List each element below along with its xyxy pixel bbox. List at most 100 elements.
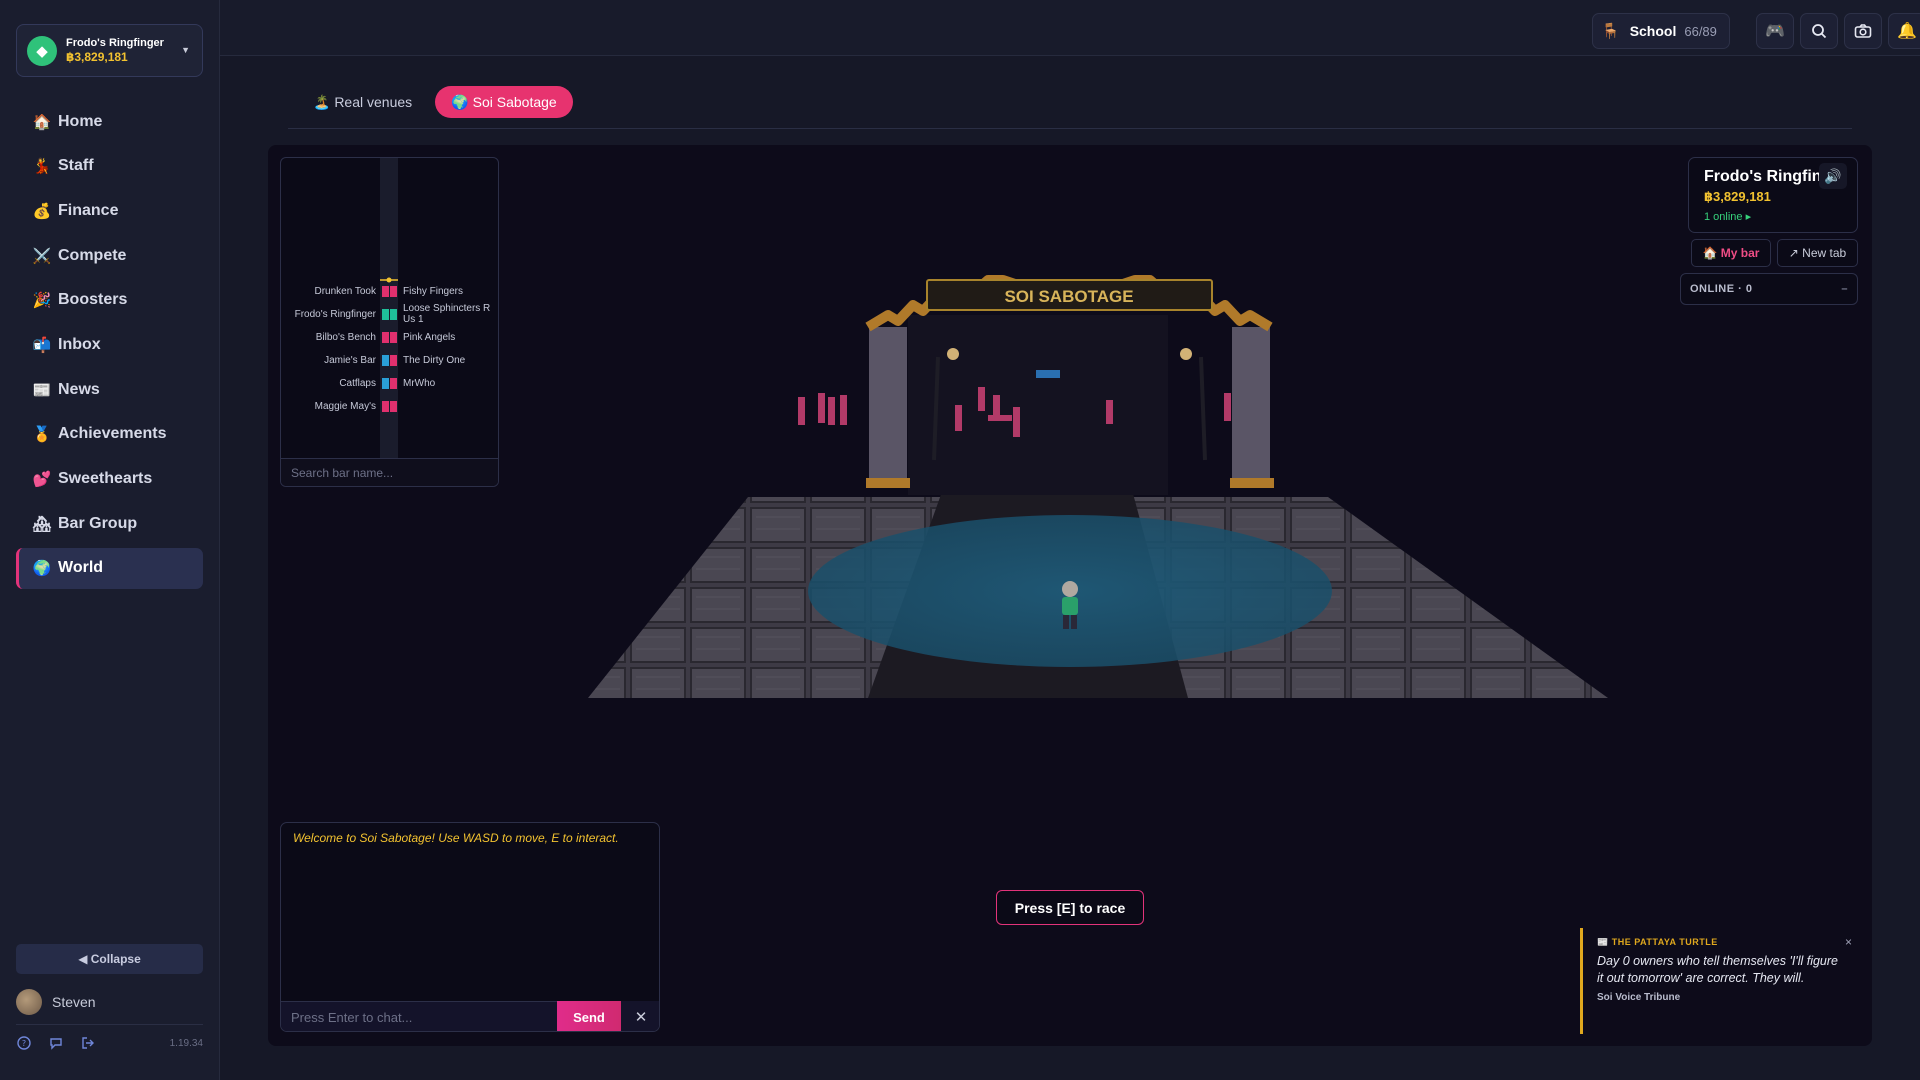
user-profile[interactable]: Steven [16,988,203,1016]
sidebar-footer: ? 1.19.34 [16,1033,203,1053]
race-chip [382,286,389,297]
bar-info-card: Frodo's Ringfinger ฿3,829,181 1 online ▸… [1688,157,1858,233]
gamepad-button[interactable]: 🎮 [1756,13,1794,49]
sidebar-item-sweethearts[interactable]: 💕 Sweethearts [16,459,203,500]
bell-icon: 🔔 [1897,23,1917,40]
online-list-header[interactable]: ONLINE · 0 – [1680,273,1858,305]
user-name: Steven [52,994,96,1010]
bar-search-input[interactable]: Search bar name... [281,458,498,486]
school-count: 66/89 [1684,23,1717,39]
race-bar-left: Catflaps [339,378,376,389]
sidebar-item-label: Home [58,112,103,130]
speaker-icon[interactable]: 🔊 [1819,163,1847,189]
nav-icon: 🎉 [32,292,52,310]
sidebar-item-label: Finance [58,201,119,219]
news-toast: 📰 THE PATTAYA TURTLE Day 0 owners who te… [1580,928,1860,1034]
help-icon[interactable]: ? [16,1035,32,1051]
camera-icon [1854,24,1872,38]
nav-icon: 📰 [32,381,52,399]
race-chip [382,401,389,412]
search-icon [1812,24,1827,39]
race-bar-left: Drunken Took [314,286,376,297]
nav-icon: 🏅 [32,426,52,444]
sidebar-item-world[interactable]: 🌍 World [16,547,203,589]
sidebar-item-label: Inbox [58,335,101,353]
nav-icon: 📬 [32,336,52,354]
chat-bubble-icon[interactable] [48,1035,64,1051]
sidebar-item-compete[interactable]: ⚔️ Compete [16,235,203,276]
race-chip [390,401,397,412]
race-bar-right: The Dirty One [403,355,466,366]
race-chip [382,332,389,343]
race-row: Drunken Took Fishy Fingers [281,280,498,304]
online-count[interactable]: 1 online ▸ [1704,210,1751,223]
school-label: School [1629,23,1677,39]
screenshot-button[interactable] [1844,13,1882,49]
sidebar: ◆ Frodo's Ringfinger ฿3,829,181 ▼ 🏠 Home 💃… [0,0,220,1080]
tab-soi-sabotage[interactable]: 🌍 Soi Sabotage [435,86,573,118]
chat-input[interactable]: Press Enter to chat... [281,1001,557,1031]
race-row: Frodo's Ringfinger Loose Sphincters R Us … [281,303,498,327]
race-bar-right: MrWho [403,378,436,389]
version-label: 1.19.34 [169,1037,203,1049]
race-bar-left: Jamie's Bar [324,355,376,366]
logout-icon[interactable] [80,1035,96,1051]
left-pillar [869,327,907,480]
news-source: 📰 THE PATTAYA TURTLE [1597,937,1718,947]
race-bar-left: Maggie May's [314,401,376,412]
nav-icon: 🏠 [32,113,52,131]
sidebar-nav: 🏠 Home 💃 Staff 💰 Finance ⚔️ Compete 🎉 Boosters 📬 In… [16,101,203,593]
game-viewport[interactable]: SOI SABOTAGE Drunken Took Fishy Fingers Fr… [268,145,1872,1046]
sidebar-item-news[interactable]: 📰 News [16,369,203,410]
tab-real-venues[interactable]: 🏝️ Real venues [305,86,420,118]
collapse-button[interactable]: ◀ Collapse [16,944,203,974]
sidebar-item-label: Bar Group [58,514,138,532]
nav-icon: 🏘 [32,515,52,533]
new-tab-button[interactable]: ↗ New tab [1777,239,1858,267]
sidebar-item-finance[interactable]: 💰 Finance [16,190,203,231]
sidebar-item-label: Boosters [58,291,128,309]
close-icon[interactable]: × [1845,935,1852,949]
divider [16,1024,203,1025]
sidebar-item-achievements[interactable]: 🏅 Achievements [16,414,203,455]
race-chip [382,309,389,320]
my-bar-button[interactable]: 🏠 My bar [1691,239,1771,267]
close-icon[interactable]: ✕ [621,1001,659,1031]
lamp [1180,348,1192,360]
gamepad-icon: 🎮 [1765,23,1785,40]
race-chip [390,332,397,343]
sidebar-item-label: World [58,559,104,577]
sidebar-item-boosters[interactable]: 🎉 Boosters [16,280,203,321]
sidebar-item-label: Staff [58,157,94,175]
chevron-down-icon[interactable]: ▼ [181,45,190,55]
sidebar-item-staff[interactable]: 💃 Staff [16,146,203,187]
right-pillar [1232,327,1270,480]
search-button[interactable] [1800,13,1838,49]
race-panel: Drunken Took Fishy Fingers Frodo's Ringfin… [280,157,499,487]
sidebar-item-inbox[interactable]: 📬 Inbox [16,324,203,365]
race-bar-right: Pink Angels [403,332,456,343]
minimize-icon[interactable]: – [1841,283,1848,295]
bar-balance: ฿3,829,181 [66,50,128,64]
school-button[interactable]: 🪑 School 66/89 [1592,13,1730,49]
race-row: Catflaps MrWho [281,372,498,396]
notifications-button[interactable]: 🔔 [1888,13,1920,49]
bar-info-name: Frodo's Ringfinger [1704,168,1824,185]
sidebar-item-home[interactable]: 🏠 Home [16,101,203,142]
svg-text:?: ? [22,1039,26,1048]
send-button[interactable]: Send [557,1001,621,1031]
race-chip [390,378,397,389]
nav-icon: ⚔️ [32,247,52,265]
race-chip [390,355,397,366]
race-row: Jamie's Bar The Dirty One [281,349,498,373]
chat-panel: Welcome to Soi Sabotage! Use WASD to mov… [280,822,660,1032]
nav-icon: 💕 [32,471,52,488]
race-chip [390,309,397,320]
sidebar-item-label: Sweethearts [58,470,153,487]
race-prompt-button[interactable]: Press [E] to race [996,890,1144,925]
lamp-pole [1199,356,1207,461]
bar-switcher[interactable]: ◆ Frodo's Ringfinger ฿3,829,181 ▼ [16,24,203,77]
gem-icon: ◆ [27,35,57,66]
sidebar-item-bar-group[interactable]: 🏘 Bar Group [16,503,203,544]
sign-text: SOI SABOTAGE [1004,287,1133,306]
